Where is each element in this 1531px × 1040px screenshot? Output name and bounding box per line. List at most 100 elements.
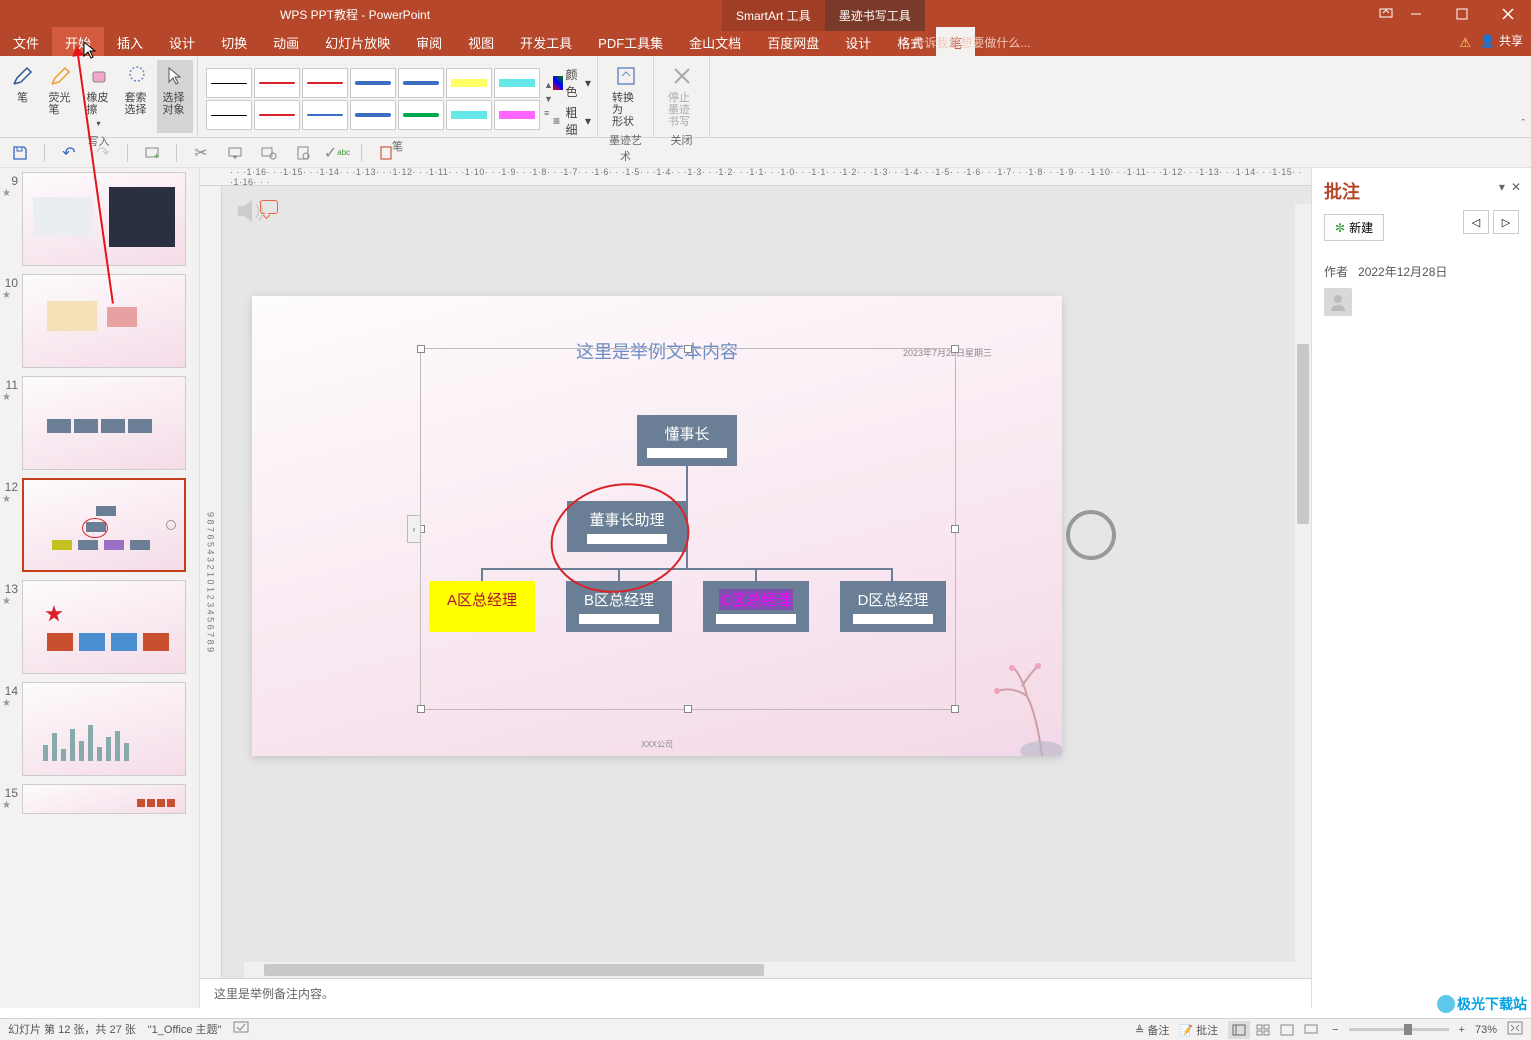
- comments-toggle[interactable]: 📝 批注: [1179, 1022, 1218, 1038]
- spellcheck-icon[interactable]: ✓abc: [327, 143, 347, 163]
- zoom-in-button[interactable]: +: [1459, 1024, 1465, 1036]
- highlighter-button[interactable]: 荧光笔: [43, 60, 79, 133]
- share-button[interactable]: 👤 共享: [1480, 32, 1523, 49]
- pen-gallery[interactable]: [204, 66, 542, 132]
- color-dropdown[interactable]: 颜色 ▾: [553, 66, 591, 100]
- pen-preset[interactable]: [302, 100, 348, 130]
- prev-comment-button[interactable]: ◁: [1463, 210, 1489, 234]
- gallery-down-icon[interactable]: ▼: [544, 94, 553, 104]
- save-icon[interactable]: [10, 143, 30, 163]
- select-objects-button[interactable]: 选择对象: [157, 60, 193, 133]
- menu-view[interactable]: 视图: [455, 27, 507, 58]
- normal-view-button[interactable]: [1228, 1021, 1250, 1039]
- scroll-thumb[interactable]: [1297, 344, 1309, 524]
- scroll-thumb[interactable]: [264, 964, 764, 976]
- slide-thumbnail-panel[interactable]: 9★ 10★ 11★ 12★ 13★: [0, 168, 200, 1008]
- zoom-level[interactable]: 73%: [1475, 1024, 1497, 1036]
- slideshow-icon[interactable]: [225, 143, 245, 163]
- cut-icon[interactable]: ✂: [191, 143, 211, 163]
- resize-handle[interactable]: [417, 345, 425, 353]
- pen-preset[interactable]: [494, 68, 540, 98]
- horizontal-ruler[interactable]: · · ·1·16· · ·1·15· · ·1·14· · ·1·13· · …: [200, 168, 1311, 186]
- warning-icon[interactable]: ⚠: [1459, 35, 1471, 51]
- gallery-up-icon[interactable]: ▲: [544, 80, 553, 90]
- ink-annotation-ring[interactable]: [1066, 510, 1116, 560]
- print-preview-icon[interactable]: [293, 143, 313, 163]
- from-current-icon[interactable]: [259, 143, 279, 163]
- slide-thumb-14[interactable]: 14★: [0, 678, 199, 780]
- menu-developer[interactable]: 开发工具: [507, 27, 585, 58]
- vertical-scrollbar[interactable]: [1295, 204, 1311, 978]
- collapse-ribbon-icon[interactable]: ˆ: [1521, 118, 1525, 130]
- new-comment-button[interactable]: ✼ 新建: [1324, 214, 1384, 241]
- zoom-slider[interactable]: [1349, 1028, 1449, 1031]
- pen-preset[interactable]: [206, 100, 252, 130]
- org-box-d[interactable]: D区总经理: [840, 581, 946, 632]
- lasso-button[interactable]: 套索选择: [119, 60, 155, 133]
- org-box-a[interactable]: A区总经理: [429, 581, 535, 632]
- menu-pdf-tools[interactable]: PDF工具集: [585, 27, 676, 58]
- menu-wps-docs[interactable]: 金山文档: [676, 27, 754, 58]
- zoom-out-button[interactable]: −: [1332, 1024, 1338, 1036]
- spellcheck-status-icon[interactable]: [233, 1021, 249, 1038]
- slide-thumb-15[interactable]: 15★: [0, 780, 199, 818]
- minimize-button[interactable]: [1393, 0, 1439, 28]
- new-slide-icon[interactable]: +: [142, 143, 162, 163]
- tell-me-search[interactable]: ♀ 告诉我您想要做什么...: [900, 34, 1030, 51]
- resize-handle[interactable]: [684, 345, 692, 353]
- notes-toggle[interactable]: ≜ 备注: [1135, 1022, 1169, 1038]
- stop-inking-button[interactable]: 停止 墨迹书写: [662, 60, 701, 132]
- context-tab-ink[interactable]: 墨迹书写工具: [825, 0, 925, 31]
- close-button[interactable]: [1485, 0, 1531, 28]
- menu-animations[interactable]: 动画: [260, 27, 312, 58]
- menu-baidu-disk[interactable]: 百度网盘: [754, 27, 832, 58]
- resize-handle[interactable]: [951, 525, 959, 533]
- vertical-ruler[interactable]: 9 8 7 6 5 4 3 2 1 0 1 2 3 4 5 6 7 8 9: [200, 186, 222, 978]
- ribbon-display-options-icon[interactable]: [1379, 6, 1393, 23]
- slide-thumb-11[interactable]: 11★: [0, 372, 199, 474]
- gallery-more-icon[interactable]: ≡: [544, 108, 553, 118]
- slide-thumb-13[interactable]: 13★: [0, 576, 199, 678]
- pen-preset[interactable]: [254, 100, 300, 130]
- pen-preset[interactable]: [254, 68, 300, 98]
- menu-file[interactable]: 文件: [0, 27, 52, 58]
- pen-preset[interactable]: [350, 100, 396, 130]
- sorter-view-button[interactable]: [1252, 1021, 1274, 1039]
- fit-to-window-button[interactable]: [1507, 1021, 1523, 1038]
- pen-preset[interactable]: [206, 68, 252, 98]
- slide-thumb-10[interactable]: 10★: [0, 270, 199, 372]
- menu-design[interactable]: 设计: [156, 27, 208, 58]
- resize-handle[interactable]: [951, 345, 959, 353]
- panel-options-icon[interactable]: ▾: [1499, 180, 1505, 194]
- horizontal-scrollbar[interactable]: [244, 962, 1295, 978]
- undo-icon[interactable]: ↶: [59, 143, 79, 163]
- maximize-button[interactable]: [1439, 0, 1485, 28]
- resize-handle[interactable]: [684, 705, 692, 713]
- thickness-dropdown[interactable]: ≡粗细 ▾: [553, 104, 591, 138]
- org-box-chairman[interactable]: 懂事长: [637, 415, 737, 466]
- pen-preset[interactable]: [350, 68, 396, 98]
- comment-indicator-icon[interactable]: [260, 200, 278, 214]
- slideshow-view-button[interactable]: [1300, 1021, 1322, 1039]
- pen-preset[interactable]: [446, 68, 492, 98]
- context-tab-smartart[interactable]: SmartArt 工具: [722, 0, 825, 31]
- menu-design2[interactable]: 设计: [832, 27, 884, 58]
- org-box-c[interactable]: C区总经理: [703, 581, 809, 632]
- pen-preset[interactable]: [494, 100, 540, 130]
- menu-insert[interactable]: 插入: [104, 27, 156, 58]
- slide-canvas[interactable]: 这里是举例文本内容 2023年7月28日星期三 XXX公司 ‹: [252, 296, 1062, 756]
- pen-preset[interactable]: [398, 68, 444, 98]
- next-comment-button[interactable]: ▷: [1493, 210, 1519, 234]
- notes-pane[interactable]: 这里是举例备注内容。: [200, 978, 1311, 1008]
- resize-handle[interactable]: [417, 705, 425, 713]
- panel-close-icon[interactable]: ✕: [1511, 180, 1521, 194]
- canvas-area[interactable]: 这里是举例文本内容 2023年7月28日星期三 XXX公司 ‹: [222, 186, 1311, 978]
- menu-transitions[interactable]: 切换: [208, 27, 260, 58]
- menu-review[interactable]: 审阅: [403, 27, 455, 58]
- convert-to-shape-button[interactable]: 转换为 形状: [606, 60, 645, 132]
- slide-thumb-12[interactable]: 12★: [0, 474, 199, 576]
- pen-preset[interactable]: [398, 100, 444, 130]
- menu-slideshow[interactable]: 幻灯片放映: [312, 27, 403, 58]
- pen-button[interactable]: 笔: [5, 60, 41, 133]
- pen-preset[interactable]: [302, 68, 348, 98]
